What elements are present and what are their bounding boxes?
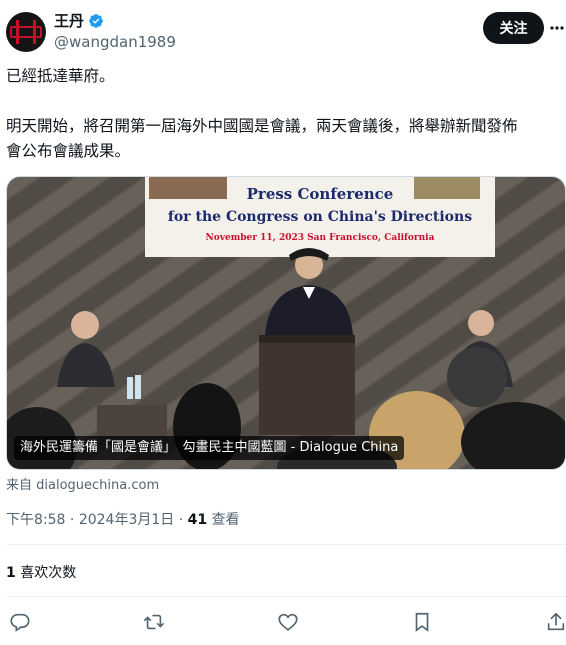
- avatar-logo-mark: [16, 20, 36, 44]
- banner-date: November 11, 2023 San Francisco, Califor…: [206, 233, 435, 243]
- tweet-text-line: 明天開始，將召開第一屆海外中國國是會議，兩天會議後，將舉辦新聞發佈: [6, 117, 518, 135]
- tweet-header: 王丹 @wangdan1989 关注: [0, 0, 566, 64]
- author-name[interactable]: 王丹: [54, 10, 84, 31]
- reply-icon[interactable]: [6, 608, 34, 636]
- views-label: 查看: [207, 512, 240, 528]
- author-name-row[interactable]: 王丹: [54, 10, 104, 31]
- link-card[interactable]: Press Conference for the Congress on Chi…: [6, 176, 566, 470]
- retweet-icon[interactable]: [140, 608, 168, 636]
- divider: [6, 544, 566, 545]
- card-image: Press Conference for the Congress on Chi…: [7, 177, 565, 469]
- banner-subtitle: for the Congress on China's Directions: [168, 209, 472, 225]
- likes-stat[interactable]: 1 喜欢次数: [6, 562, 76, 582]
- more-icon[interactable]: [550, 16, 564, 40]
- tweet-text-line: 會公布會議成果。: [6, 142, 131, 160]
- action-bar: [0, 608, 566, 636]
- views-count: 41: [187, 512, 208, 528]
- tweet-date[interactable]: 2024年3月1日: [79, 512, 174, 528]
- likes-label: 喜欢次数: [15, 565, 77, 581]
- likes-count: 1: [6, 565, 16, 581]
- card-source[interactable]: 来自 dialoguechina.com: [6, 474, 159, 493]
- tweet-time[interactable]: 下午8:58: [6, 512, 65, 528]
- banner-title: Press Conference: [247, 185, 394, 203]
- share-icon[interactable]: [542, 608, 566, 636]
- follow-button[interactable]: 关注: [483, 12, 544, 44]
- verified-icon: [89, 13, 103, 28]
- tweet-meta: 下午8:58 · 2024年3月1日 · 41 查看: [6, 509, 240, 529]
- tweet-text-line: 已經抵達華府。: [6, 67, 115, 85]
- divider: [6, 596, 566, 597]
- meta-separator: ·: [65, 512, 79, 528]
- avatar[interactable]: [6, 12, 46, 52]
- card-title[interactable]: 海外民運籌備「國是會議」 勾畫民主中國藍圖 - Dialogue China: [14, 436, 405, 460]
- bookmark-icon[interactable]: [408, 608, 436, 636]
- meta-separator: ·: [174, 512, 188, 528]
- like-icon[interactable]: [274, 608, 302, 636]
- author-handle[interactable]: @wangdan1989: [54, 33, 176, 51]
